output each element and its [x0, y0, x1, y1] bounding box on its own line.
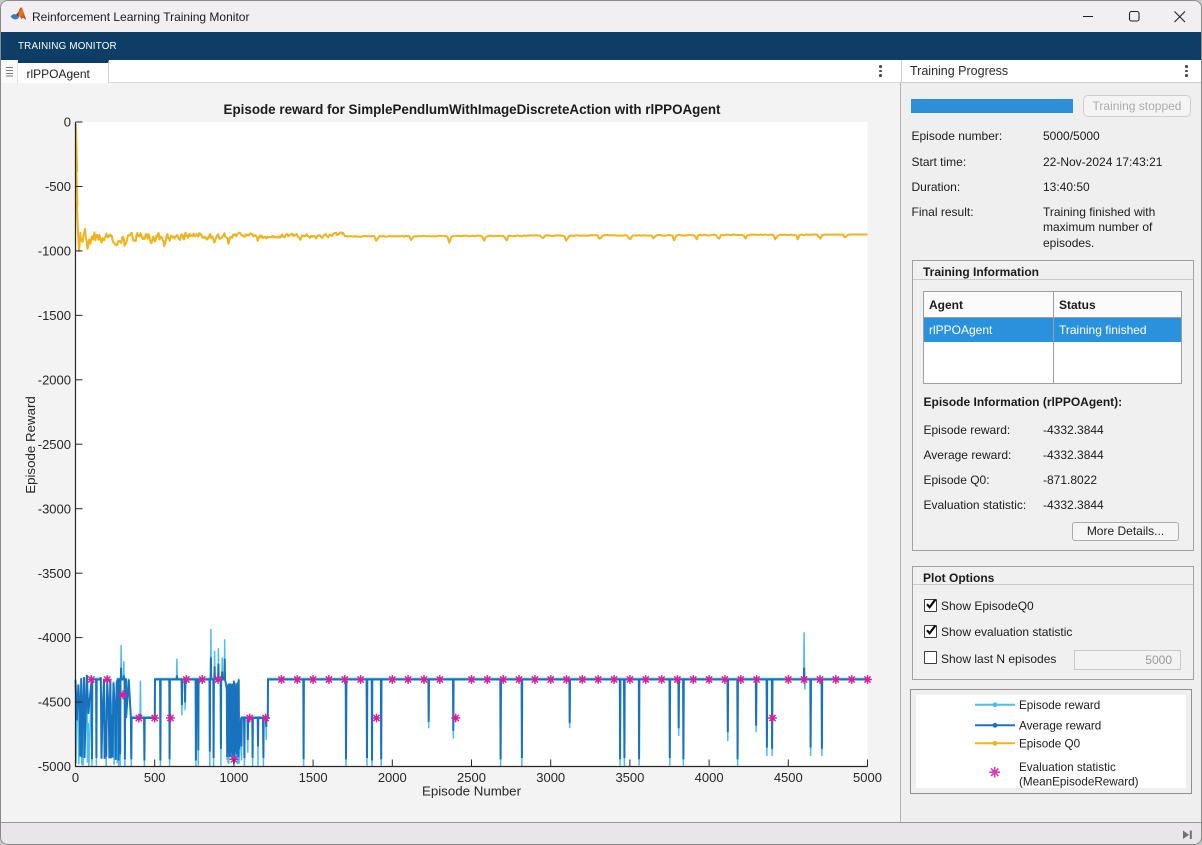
svg-text:0: 0 — [72, 770, 79, 785]
svg-text:Episode reward for SimplePendl: Episode reward for SimplePendlumWithImag… — [224, 102, 721, 117]
svg-text:Average reward: Average reward — [1019, 720, 1101, 733]
svg-text:-5000: -5000 — [38, 759, 71, 774]
svg-text:-3500: -3500 — [38, 566, 71, 581]
svg-text:0: 0 — [64, 115, 71, 130]
svg-text:-500: -500 — [45, 179, 71, 194]
svg-text:1500: 1500 — [299, 770, 328, 785]
svg-text:2000: 2000 — [378, 770, 407, 785]
svg-text:1000: 1000 — [219, 770, 248, 785]
svg-text:3500: 3500 — [615, 770, 644, 785]
svg-text:Episode Reward: Episode Reward — [23, 396, 38, 494]
svg-text:Episode reward: Episode reward — [1019, 699, 1100, 712]
svg-text:5000: 5000 — [853, 770, 882, 785]
svg-text:Episode Q0: Episode Q0 — [1019, 738, 1081, 751]
svg-text:4500: 4500 — [774, 770, 803, 785]
svg-text:4000: 4000 — [695, 770, 724, 785]
svg-text:-1500: -1500 — [38, 308, 71, 323]
svg-text:3000: 3000 — [536, 770, 565, 785]
svg-text:-4500: -4500 — [38, 695, 71, 710]
svg-text:-3000: -3000 — [38, 501, 71, 516]
svg-text:-2500: -2500 — [38, 437, 71, 452]
svg-text:Episode Number: Episode Number — [422, 784, 522, 799]
svg-text:Evaluation statistic: Evaluation statistic — [1019, 761, 1116, 774]
svg-text:-4000: -4000 — [38, 630, 71, 645]
svg-text:-2000: -2000 — [38, 372, 71, 387]
svg-text:500: 500 — [144, 770, 166, 785]
svg-text:(MeanEpisodeReward): (MeanEpisodeReward) — [1019, 776, 1139, 789]
svg-text:-1000: -1000 — [38, 244, 71, 259]
